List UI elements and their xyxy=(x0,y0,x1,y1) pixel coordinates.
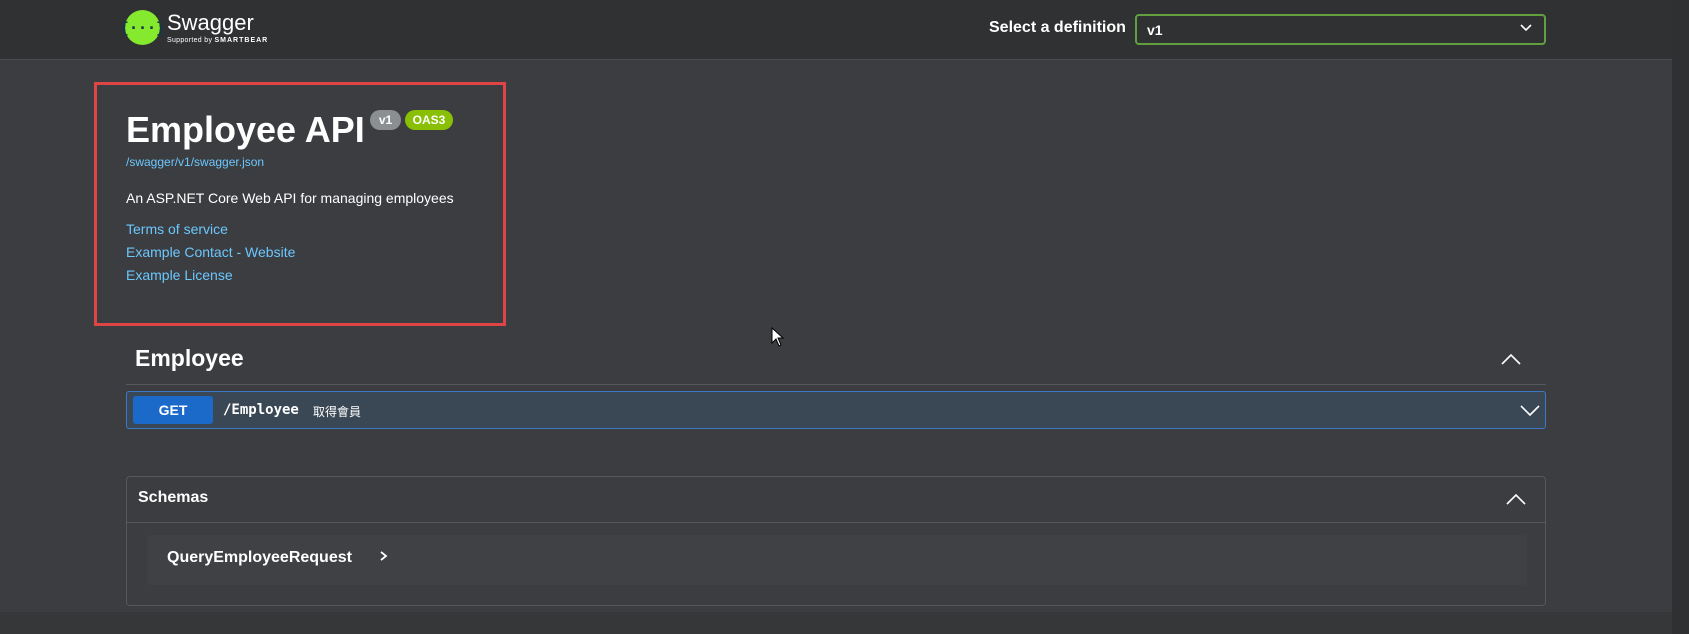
chevron-down-icon xyxy=(1520,21,1532,35)
schema-model-row[interactable]: QueryEmployeeRequest xyxy=(147,535,1527,585)
chevron-up-icon[interactable] xyxy=(1505,492,1527,506)
tag-divider xyxy=(126,384,1546,385)
definition-select-value: v1 xyxy=(1147,22,1163,38)
chevron-down-icon[interactable] xyxy=(1519,404,1541,418)
logo-sub-brand: SMARTBEAR xyxy=(214,36,269,44)
logo-name: Swagger xyxy=(167,9,254,35)
chevron-right-icon[interactable] xyxy=(379,549,389,568)
top-bar: {···} Swagger Supported by SMARTBEAR Sel… xyxy=(0,0,1672,60)
mouse-cursor-icon xyxy=(771,326,785,352)
schema-model-name: QueryEmployeeRequest xyxy=(167,549,352,566)
logo-text: Swagger Supported by SMARTBEAR xyxy=(167,9,268,44)
chevron-up-icon[interactable] xyxy=(1500,352,1522,366)
operation-summary: 取得會員 xyxy=(313,405,362,419)
page-title: Employee API xyxy=(126,109,365,150)
definition-label: Select a definition xyxy=(989,19,1126,36)
definition-select[interactable]: v1 xyxy=(1135,14,1546,45)
license-link[interactable]: Example License xyxy=(126,267,233,283)
logo-sub-prefix: Supported by xyxy=(167,36,213,44)
method-badge: GET xyxy=(133,396,213,424)
bottom-band xyxy=(0,612,1672,634)
oas-badge: OAS3 xyxy=(405,110,453,130)
terms-of-service-link[interactable]: Terms of service xyxy=(126,221,228,237)
logo-subtitle: Supported by SMARTBEAR xyxy=(167,37,268,44)
tag-section-title[interactable]: Employee xyxy=(135,345,244,372)
operation-path: /Employee xyxy=(223,402,299,418)
swagger-logo-icon: {···} xyxy=(120,10,165,45)
swagger-logo[interactable]: {···} Swagger Supported by SMARTBEAR xyxy=(120,9,268,45)
schemas-header[interactable]: Schemas xyxy=(127,477,1545,523)
contact-website-link[interactable]: Example Contact - Website xyxy=(126,244,295,260)
spec-url-link[interactable]: /swagger/v1/swagger.json xyxy=(126,155,264,169)
operation-get-employee[interactable]: GET /Employee 取得會員 xyxy=(126,391,1546,429)
version-badge: v1 xyxy=(370,110,401,130)
schemas-section: Schemas QueryEmployeeRequest xyxy=(126,476,1546,606)
schemas-title: Schemas xyxy=(138,489,209,506)
page-scrollbar[interactable] xyxy=(1672,0,1689,634)
api-description: An ASP.NET Core Web API for managing emp… xyxy=(126,190,454,206)
